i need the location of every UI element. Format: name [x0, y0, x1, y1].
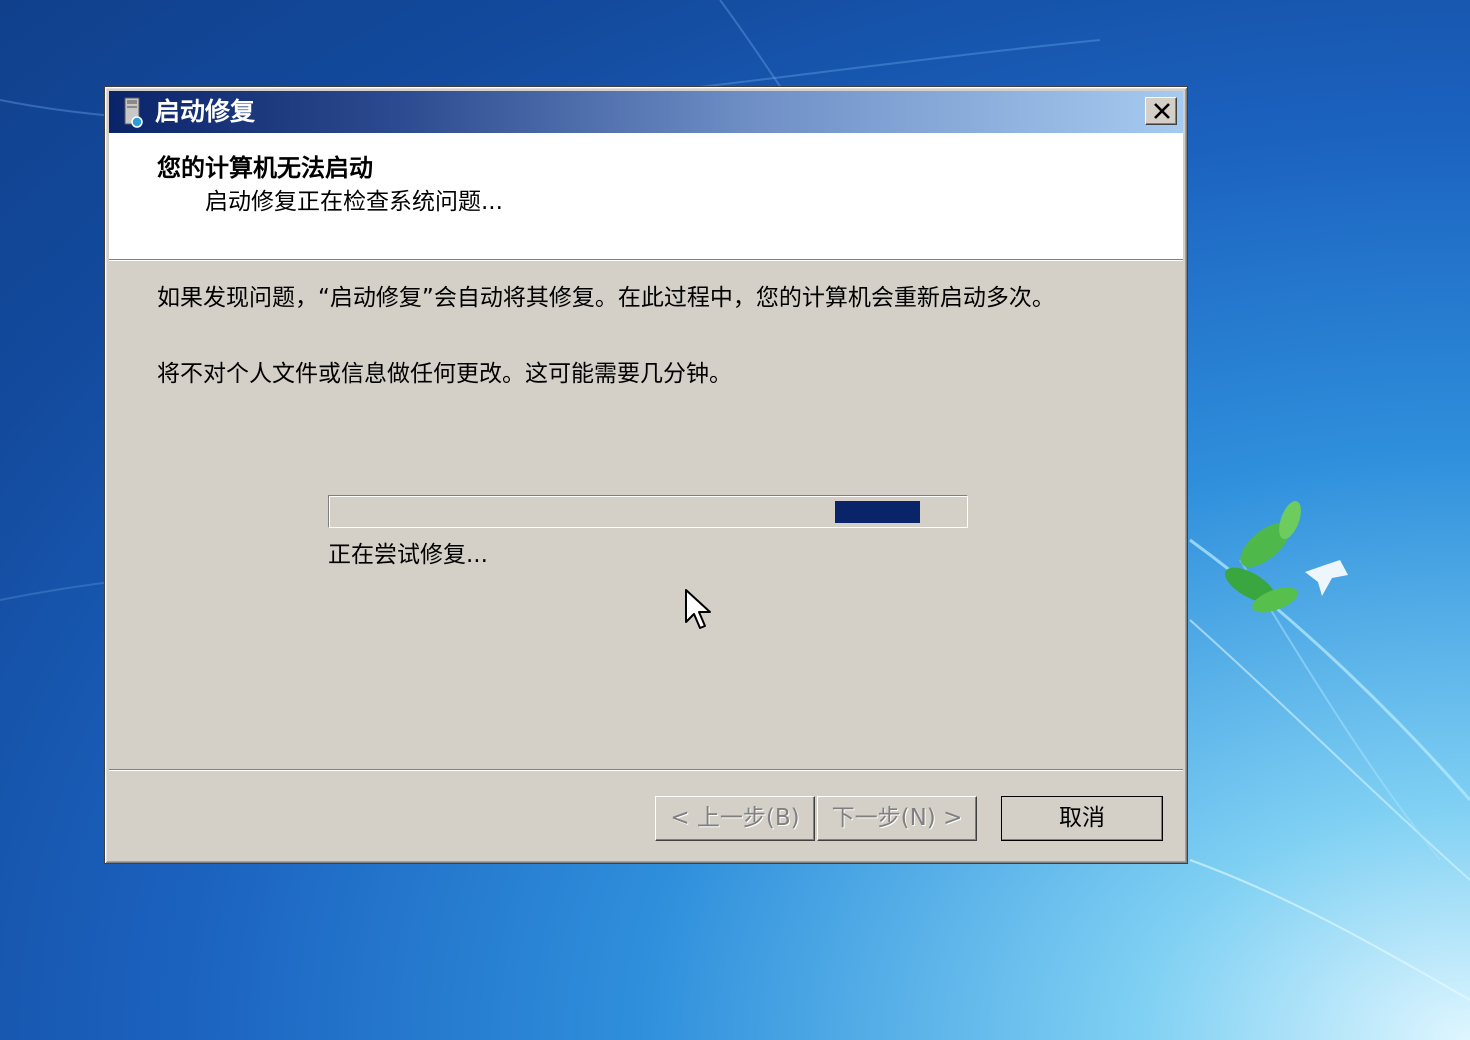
- repair-description: 如果发现问题，“启动修复”会自动将其修复。在此过程中，您的计算机会重新启动多次。: [157, 285, 1055, 311]
- mouse-cursor-icon: [685, 589, 711, 629]
- header-title: 您的计算机无法启动: [157, 154, 373, 182]
- next-button[interactable]: 下一步(N) >: [817, 796, 977, 841]
- desktop: 启动修复 您的计算机无法启动 启动修复正在检查系统问题... 如果发现问题，“启…: [0, 0, 1470, 1040]
- title-bar[interactable]: 启动修复: [109, 91, 1183, 133]
- startup-repair-icon: [124, 97, 143, 128]
- close-icon: [1154, 103, 1170, 119]
- back-button[interactable]: < 上一步(B): [655, 796, 815, 841]
- no-changes-notice: 将不对个人文件或信息做任何更改。这可能需要几分钟。: [157, 361, 732, 387]
- repair-progress-bar: [328, 495, 968, 528]
- startup-repair-dialog: 启动修复 您的计算机无法启动 启动修复正在检查系统问题... 如果发现问题，“启…: [104, 86, 1188, 864]
- header-panel: 您的计算机无法启动 启动修复正在检查系统问题...: [109, 133, 1183, 259]
- progress-marquee-chunk: [835, 501, 920, 523]
- cancel-button[interactable]: 取消: [1001, 796, 1163, 841]
- header-subtitle: 启动修复正在检查系统问题...: [205, 189, 503, 215]
- footer-divider: [109, 769, 1183, 771]
- window-title: 启动修复: [155, 97, 256, 126]
- progress-status-label: 正在尝试修复...: [328, 542, 488, 568]
- close-button[interactable]: [1145, 97, 1177, 125]
- header-divider: [109, 259, 1183, 261]
